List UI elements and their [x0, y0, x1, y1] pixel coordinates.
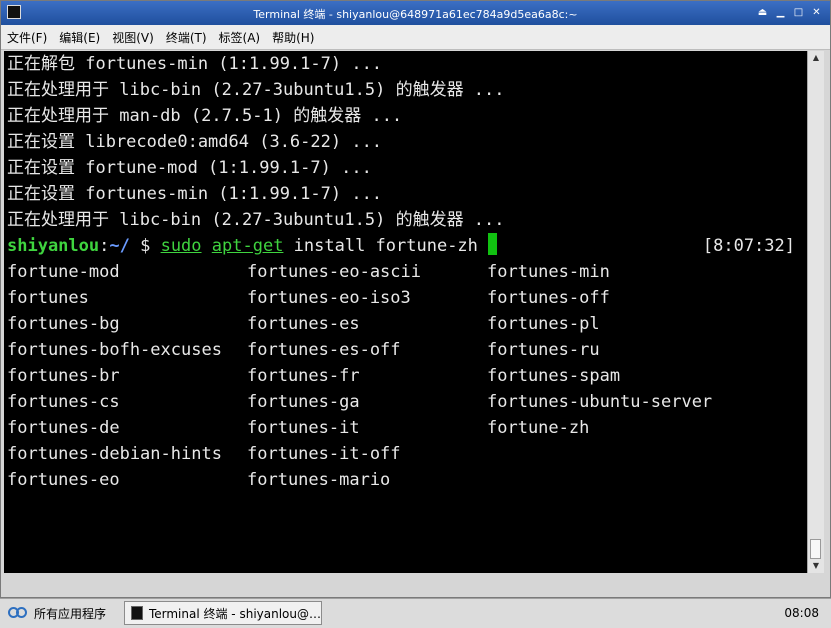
completion-item: fortunes-debian-hints	[7, 444, 222, 464]
completion-item: fortunes	[7, 288, 89, 308]
command-space	[202, 236, 212, 256]
start-menu-label: 所有应用程序	[34, 606, 107, 621]
prompt-time: [8:07:32]	[702, 236, 795, 256]
taskbar: 所有应用程序 Terminal 终端 - shiyanlou@… 08:08	[0, 598, 831, 628]
completion-item: fortunes-fr	[247, 366, 360, 386]
command-apt-get: apt-get	[211, 236, 284, 256]
completion-list: fortune-mod fortunes-eo-ascii fortunes-m…	[7, 259, 807, 493]
completion-item: fortune-zh	[487, 418, 590, 438]
maximize-button[interactable]: □	[791, 5, 806, 20]
completion-item: fortune-mod	[7, 262, 120, 282]
prompt-path: ~/	[109, 236, 130, 256]
title-bar[interactable]: Terminal 终端 - shiyanlou@648971a61ec784a9…	[1, 1, 830, 25]
window-controls: ⏏ ▁ □ ✕	[755, 5, 824, 20]
completion-item: fortunes-br	[7, 366, 120, 386]
menu-file[interactable]: 文件(F)	[1, 29, 53, 46]
completion-item: fortunes-spam	[487, 366, 621, 386]
scroll-down-icon[interactable]: ▼	[808, 559, 824, 573]
completion-item: fortunes-pl	[487, 314, 600, 334]
completion-item: fortunes-it-off	[247, 444, 401, 464]
output-line: 正在解包 fortunes-min (1:1.99.1-7) ...	[7, 54, 383, 74]
taskbar-terminal-button[interactable]: Terminal 终端 - shiyanlou@…	[124, 601, 322, 625]
completion-item: fortunes-it	[247, 418, 360, 438]
terminal-task-icon	[131, 606, 143, 620]
completion-item: fortunes-ga	[247, 392, 360, 412]
completion-item: fortunes-min	[487, 262, 610, 282]
completion-item: fortunes-es	[247, 314, 360, 334]
menu-tabs[interactable]: 标签(A)	[213, 29, 267, 46]
system-clock: 08:08	[784, 606, 819, 620]
prompt-user: shiyanlou	[7, 236, 100, 256]
output-line: 正在处理用于 libc-bin (2.27-3ubuntu1.5) 的触发器 .…	[7, 80, 505, 100]
completion-item	[487, 467, 807, 493]
window-title: Terminal 终端 - shiyanlou@648971a61ec784a9…	[253, 8, 578, 21]
menu-bar: 文件(F) 编辑(E) 视图(V) 终端(T) 标签(A) 帮助(H)	[1, 25, 830, 50]
completion-item: fortunes-de	[7, 418, 120, 438]
completion-item: fortunes-bg	[7, 314, 120, 334]
completion-item: fortunes-eo-ascii	[247, 262, 421, 282]
task-label: Terminal 终端 - shiyanlou@…	[148, 606, 321, 621]
completion-item: fortunes-eo-iso3	[247, 288, 411, 308]
completion-item: fortunes-mario	[247, 470, 391, 490]
apps-logo-icon	[8, 606, 28, 620]
menu-edit[interactable]: 编辑(E)	[53, 29, 106, 46]
command-args: install fortune-zh	[283, 236, 489, 256]
start-menu-button[interactable]: 所有应用程序	[4, 602, 110, 624]
close-button[interactable]: ✕	[809, 5, 824, 20]
command-sudo: sudo	[160, 236, 202, 256]
completion-item: fortunes-cs	[7, 392, 120, 412]
prompt-line[interactable]: shiyanlou:~/ $ sudo apt-get install fort…	[7, 233, 807, 259]
completion-item	[487, 441, 807, 467]
completion-item: fortunes-es-off	[247, 340, 401, 360]
terminal-output[interactable]: 正在解包 fortunes-min (1:1.99.1-7) ... 正在处理用…	[4, 51, 807, 573]
completion-item: fortunes-off	[487, 288, 610, 308]
completion-item: fortunes-ubuntu-server	[487, 392, 713, 412]
output-line: 正在设置 fortunes-min (1:1.99.1-7) ...	[7, 184, 383, 204]
completion-item: fortunes-ru	[487, 340, 600, 360]
output-line: 正在处理用于 libc-bin (2.27-3ubuntu1.5) 的触发器 .…	[7, 210, 505, 230]
completion-item: fortunes-eo	[7, 470, 120, 490]
output-line: 正在处理用于 man-db (2.7.5-1) 的触发器 ...	[7, 106, 403, 126]
menu-view[interactable]: 视图(V)	[106, 29, 160, 46]
output-line: 正在设置 librecode0:amd64 (3.6-22) ...	[7, 132, 383, 152]
scroll-up-icon[interactable]: ▲	[808, 51, 824, 65]
menu-help[interactable]: 帮助(H)	[266, 29, 320, 46]
eject-icon[interactable]: ⏏	[755, 5, 770, 20]
minimize-button[interactable]: ▁	[773, 5, 788, 20]
menu-terminal[interactable]: 终端(T)	[160, 29, 213, 46]
completion-item: fortunes-bofh-excuses	[7, 340, 222, 360]
output-line: 正在设置 fortune-mod (1:1.99.1-7) ...	[7, 158, 372, 178]
prompt-separator: :	[99, 236, 110, 256]
vertical-scrollbar[interactable]: ▲ ▼	[807, 51, 824, 573]
text-cursor	[488, 233, 498, 255]
terminal-window: Terminal 终端 - shiyanlou@648971a61ec784a9…	[0, 0, 831, 598]
scrollbar-thumb[interactable]	[810, 539, 821, 559]
prompt-dollar: $	[129, 236, 161, 256]
